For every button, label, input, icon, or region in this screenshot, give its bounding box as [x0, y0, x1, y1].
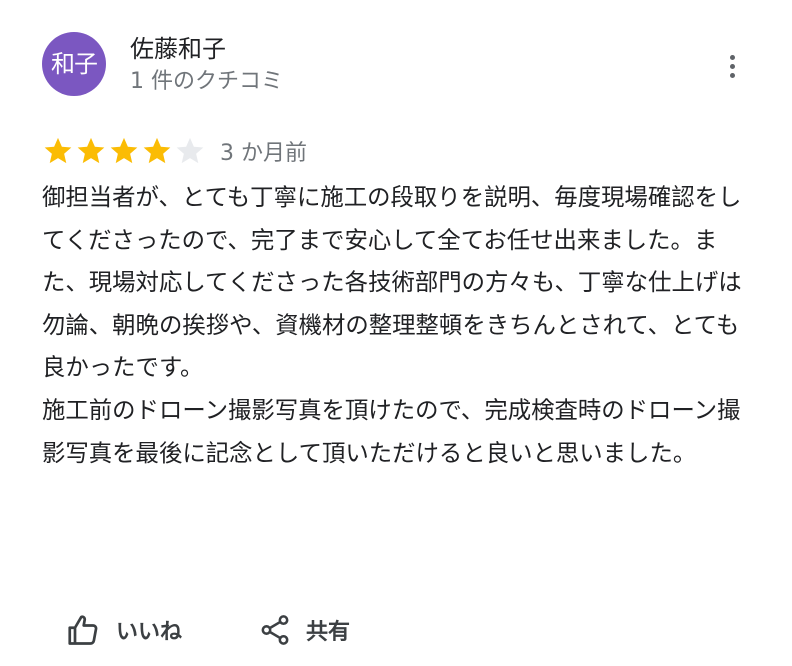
review-actions: いいね 共有 — [66, 606, 350, 654]
star-empty-icon — [176, 137, 204, 164]
more-vert-icon-dot — [729, 63, 735, 69]
review-header: 和子 佐藤和子 1 件のクチコミ — [42, 32, 762, 96]
review-text: 御担当者が、とても丁寧に施工の段取りを説明、毎度現場確認をしてくださったので、完… — [42, 176, 754, 474]
review-paragraph-2: 施工前のドローン撮影写真を頂けたので、完成検査時のドローン撮影写真を最後に記念と… — [42, 395, 741, 467]
star-rating — [42, 135, 206, 167]
like-button[interactable]: いいね — [66, 606, 182, 654]
share-button[interactable]: 共有 — [258, 606, 350, 654]
star-filled-icon — [143, 137, 171, 164]
reviewer-review-count[interactable]: 1 件のクチコミ — [130, 68, 283, 96]
more-vert-icon — [729, 54, 735, 60]
reviewer-name[interactable]: 佐藤和子 — [130, 34, 226, 64]
review-paragraph-1: 御担当者が、とても丁寧に施工の段取りを説明、毎度現場確認をしてくださったので、完… — [42, 183, 742, 382]
thumb-up-icon — [68, 615, 98, 645]
rating-row: 3 か月前 — [42, 134, 307, 168]
avatar[interactable]: 和子 — [42, 32, 106, 96]
more-vert-icon-dot — [729, 72, 735, 78]
share-label: 共有 — [306, 620, 351, 645]
star-filled-icon — [44, 137, 72, 164]
review-card: 和子 佐藤和子 1 件のクチコミ 3 か月前 御担当者が、とても丁寧に施工の段取… — [0, 0, 792, 666]
star-filled-icon — [77, 137, 105, 164]
share-icon — [261, 615, 289, 645]
more-options-button[interactable] — [718, 52, 746, 80]
review-date: 3 か月前 — [220, 141, 307, 166]
like-label: いいね — [116, 620, 183, 645]
star-filled-icon — [110, 137, 138, 164]
